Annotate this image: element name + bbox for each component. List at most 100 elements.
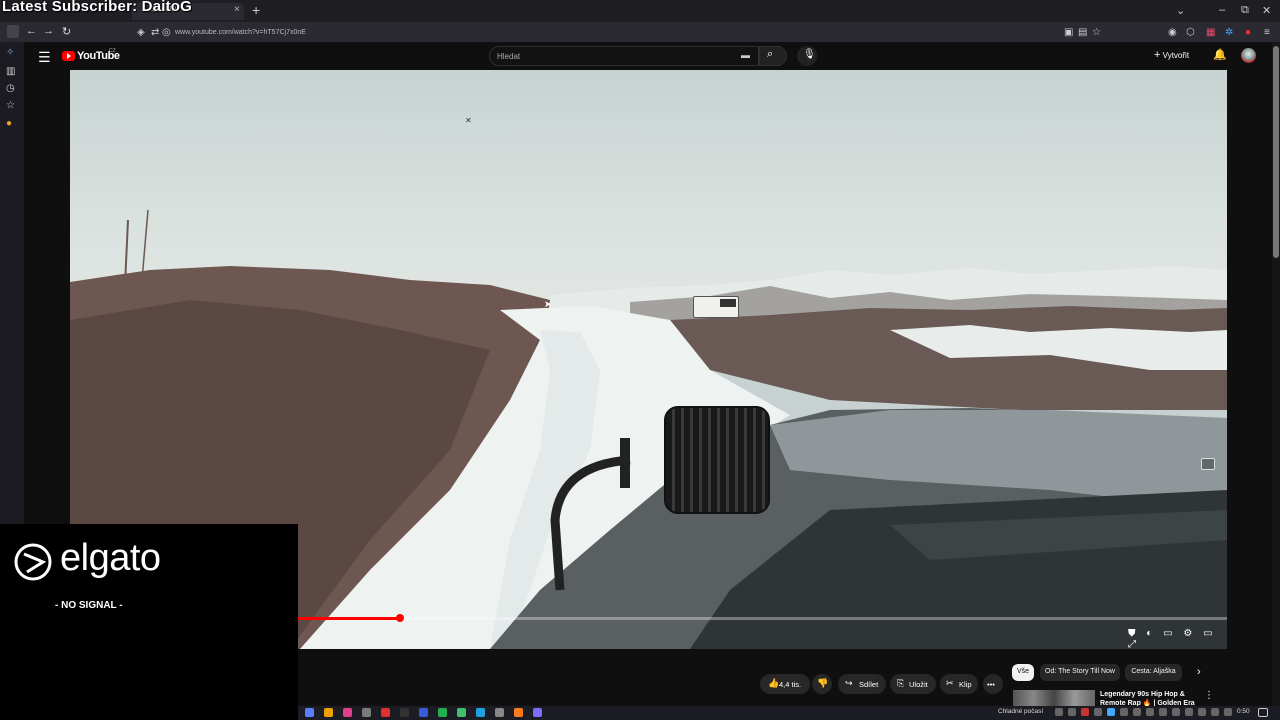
close-window-button[interactable]: ✕ xyxy=(1262,4,1271,17)
video-progress-fill[interactable] xyxy=(298,617,400,620)
thumbs-down-icon: 👎 xyxy=(817,678,829,688)
save-button[interactable]: ⎘ Uložit xyxy=(890,674,936,694)
tray-icon[interactable] xyxy=(1172,708,1180,716)
recommended-thumbnail[interactable] xyxy=(1013,690,1095,706)
chip-all[interactable]: Vše xyxy=(1012,664,1034,681)
keyboard-icon[interactable]: ▬ xyxy=(741,50,750,60)
autoplay-toggle[interactable]: ◐ xyxy=(1146,628,1152,639)
app-menu-icon[interactable]: ≡ xyxy=(1264,27,1270,38)
sidebar-extension-icon[interactable]: ● xyxy=(6,118,12,129)
sidebar-ai-icon[interactable]: ✧ xyxy=(6,47,14,58)
sidebar-bookmarks-icon[interactable]: ▥ xyxy=(6,66,15,77)
hamburger-menu-icon[interactable]: ☰ xyxy=(38,49,51,66)
tray-icon[interactable] xyxy=(1159,708,1167,716)
address-bar[interactable] xyxy=(128,2,1108,18)
tray-icon[interactable] xyxy=(1146,708,1154,716)
settings-gear-icon[interactable]: ⚙ xyxy=(1183,628,1192,639)
taskbar-app-icon[interactable] xyxy=(419,708,428,717)
tray-icon[interactable] xyxy=(1133,708,1141,716)
save-label: Uložit xyxy=(909,680,928,689)
taskbar-app-icon[interactable] xyxy=(438,708,447,717)
video-frame-light xyxy=(664,406,770,514)
bookmark-star-icon[interactable]: ☆ xyxy=(1092,27,1101,38)
microphone-icon[interactable]: 🎙 xyxy=(803,49,816,60)
sidebar-toggle-icon[interactable] xyxy=(7,25,19,38)
create-button[interactable]: + Vytvořit xyxy=(1154,49,1189,61)
video-progress-scrubber[interactable] xyxy=(396,614,404,622)
shield-icon[interactable]: ◈ xyxy=(137,27,145,38)
dislike-button[interactable]: 👎 xyxy=(812,674,832,694)
chevron-right-icon[interactable]: › xyxy=(1197,666,1201,678)
account-icon[interactable]: ◉ xyxy=(1168,27,1177,38)
plus-icon: + xyxy=(1154,49,1161,61)
taskbar-clock[interactable]: 0:50 xyxy=(1237,708,1250,715)
taskbar-app-icon[interactable] xyxy=(457,708,466,717)
tab-list-chevron-icon[interactable]: ⌄ xyxy=(1176,4,1185,17)
avatar[interactable] xyxy=(1241,48,1256,63)
video-progress-track[interactable] xyxy=(298,617,1227,620)
sidebar-star-icon[interactable]: ☆ xyxy=(6,100,15,111)
create-label: Vytvořit xyxy=(1162,51,1190,60)
taskbar-weather[interactable]: Chladné počasí xyxy=(998,708,1043,715)
url-text[interactable]: www.youtube.com/watch?v=hT57Cj7x0nE xyxy=(175,29,306,36)
extension-record-icon[interactable]: ● xyxy=(1245,27,1251,38)
forward-icon[interactable]: → xyxy=(43,25,54,37)
extension-blue-icon[interactable]: ✲ xyxy=(1225,27,1233,38)
share-icon: ↪ xyxy=(845,678,853,688)
tray-icon[interactable] xyxy=(1198,708,1206,716)
sponsorblock-icon[interactable]: ⛊ xyxy=(1128,628,1136,639)
taskbar-app-icon[interactable] xyxy=(305,708,314,717)
taskbar-app-icon[interactable] xyxy=(381,708,390,717)
region-code: CZ xyxy=(109,48,116,54)
minimize-button[interactable]: – xyxy=(1219,4,1225,16)
taskbar-app-icon[interactable] xyxy=(400,708,409,717)
tray-icon[interactable] xyxy=(1211,708,1219,716)
tray-icon[interactable] xyxy=(1094,708,1102,716)
taskbar-app-icon[interactable] xyxy=(495,708,504,717)
taskbar-app-icon[interactable] xyxy=(324,708,333,717)
miniplayer-icon[interactable] xyxy=(1201,458,1215,470)
recommended-title[interactable]: Legendary 90s Hip Hop & Remote Rap 🔥 | G… xyxy=(1100,690,1196,706)
player-controls-right: ⛊ ◐ ▭ ⚙ ▭ ⤢ xyxy=(1128,628,1227,649)
extensions-icon[interactable]: ⬡ xyxy=(1186,27,1195,38)
tracking-icon[interactable]: ◎ xyxy=(162,27,171,38)
taskbar-app-icon[interactable] xyxy=(514,708,523,717)
restore-button[interactable]: ⧉ xyxy=(1241,4,1249,17)
taskbar-app-icon[interactable] xyxy=(476,708,485,717)
taskbar-app-icon[interactable] xyxy=(362,708,371,717)
search-input[interactable] xyxy=(497,51,727,62)
tray-icon[interactable] xyxy=(1185,708,1193,716)
tray-icon[interactable] xyxy=(1068,708,1076,716)
picture-icon[interactable]: ▤ xyxy=(1078,27,1087,38)
tray-icon[interactable] xyxy=(1120,708,1128,716)
reader-view-icon[interactable]: ▣ xyxy=(1064,27,1073,38)
theater-mode-icon[interactable]: ▭ xyxy=(1203,628,1212,639)
tray-icon[interactable] xyxy=(1055,708,1063,716)
sidebar-history-icon[interactable]: ◷ xyxy=(6,83,15,94)
subtitles-icon[interactable]: ▭ xyxy=(1163,628,1172,639)
taskbar-app-icon[interactable] xyxy=(343,708,352,717)
reload-icon[interactable]: ↻ xyxy=(62,25,71,38)
fullscreen-icon[interactable]: ⤢ xyxy=(1128,639,1136,649)
search-icon[interactable]: ⌕ xyxy=(767,48,773,61)
chip-alaska[interactable]: Cesta: Aljaška xyxy=(1125,664,1182,681)
extension-red-icon[interactable]: ▦ xyxy=(1206,27,1215,38)
notifications-bell-icon[interactable]: 🔔 xyxy=(1213,48,1227,61)
tray-icon[interactable] xyxy=(1081,708,1089,716)
taskbar-app-icon[interactable] xyxy=(533,708,542,717)
back-icon[interactable]: ← xyxy=(26,25,37,37)
notifications-icon[interactable] xyxy=(1258,708,1268,717)
recommended-more-icon[interactable]: ⋮ xyxy=(1204,690,1214,701)
share-button[interactable]: ↪ Sdílet xyxy=(838,674,886,694)
tray-icon[interactable] xyxy=(1224,708,1232,716)
permissions-icon[interactable]: ⇄ xyxy=(151,27,159,38)
chip-from-channel[interactable]: Od: The Story Till Now xyxy=(1040,664,1120,681)
thumbs-up-icon: 👍 xyxy=(768,678,780,688)
like-button[interactable]: 👍 4,4 tis. xyxy=(760,674,810,694)
mouse-cursor-icon: ➤ xyxy=(544,299,552,309)
scrollbar-thumb[interactable] xyxy=(1273,46,1279,258)
more-actions-button[interactable]: ••• xyxy=(983,674,1003,694)
clip-button[interactable]: ✂ Klip xyxy=(940,674,978,694)
tray-icon[interactable] xyxy=(1107,708,1115,716)
like-count: 4,4 tis. xyxy=(779,680,802,689)
